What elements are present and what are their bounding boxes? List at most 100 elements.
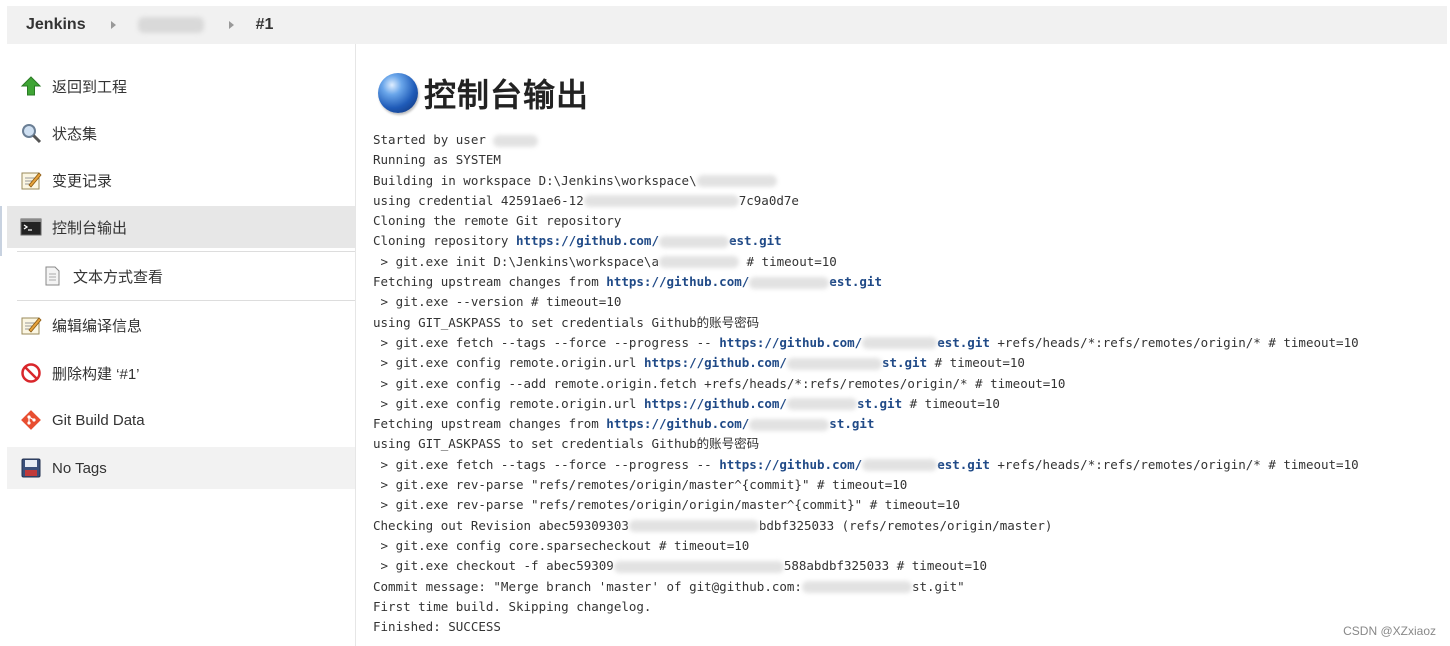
redacted-text (583, 195, 739, 208)
redacted-text (786, 357, 882, 370)
sidebar-border (355, 44, 356, 646)
sidebar-item-label: No Tags (52, 459, 107, 477)
page-title: 控制台输出 (424, 77, 590, 113)
console-text: > git.exe rev-parse "refs/remotes/origin… (373, 497, 960, 513)
console-line: using credential 42591ae6-12 7c9a0d7e (373, 191, 1443, 211)
console-text: st.git" (911, 578, 965, 594)
console-line: Started by user (373, 130, 1443, 150)
document-icon (41, 265, 63, 287)
console-link[interactable]: https://github.com/ (606, 416, 749, 431)
console-line: Fetching upstream changes from https://g… (373, 414, 1443, 434)
redacted-text (659, 235, 729, 248)
console-line: > git.exe fetch --tags --force --progres… (373, 455, 1443, 475)
console-text: Fetching upstream changes from (373, 274, 607, 290)
console-text: > git.exe checkout -f abec59309 (373, 558, 614, 574)
breadcrumb-build[interactable]: #1 (256, 16, 274, 34)
console-link[interactable]: https://github.com/ (644, 396, 787, 411)
console-line: Commit message: "Merge branch 'master' o… (373, 577, 1443, 597)
console-text: Cloning the remote Git repository (373, 213, 622, 229)
redacted-text (862, 337, 938, 350)
console-line: Cloning the remote Git repository (373, 211, 1443, 231)
sidebar-item-edit-build-info[interactable]: 编辑编译信息 (7, 304, 355, 346)
console-link[interactable]: est.git (937, 335, 990, 350)
console-line: > git.exe checkout -f abec59309 588abdbf3… (373, 556, 1443, 576)
page-heading: 控制台输出 (378, 70, 589, 116)
console-text: Commit message: "Merge branch 'master' o… (373, 578, 802, 594)
blue-ball-status-icon (378, 73, 418, 113)
console-text: > git.exe fetch --tags --force --progres… (373, 456, 720, 472)
up-arrow-icon (20, 75, 42, 97)
page-edge-marker (0, 206, 2, 256)
terminal-icon (20, 216, 42, 238)
console-text: > git.exe config --add remote.origin.fet… (373, 375, 1066, 391)
sidebar-item-delete-build[interactable]: 删除构建 ‘#1’ (7, 352, 355, 394)
console-line: > git.exe fetch --tags --force --progres… (373, 333, 1443, 353)
console-line: > git.exe --version # timeout=10 (373, 292, 1443, 312)
console-line: > git.exe config --add remote.origin.fet… (373, 374, 1443, 394)
console-line: Running as SYSTEM (373, 150, 1443, 170)
console-text: # timeout=10 (738, 253, 837, 269)
console-text: > git.exe config core.sparsecheckout # t… (373, 537, 750, 553)
console-line: > git.exe rev-parse "refs/remotes/origin… (373, 475, 1443, 495)
redacted-text (749, 276, 830, 289)
console-line: Fetching upstream changes from https://g… (373, 272, 1443, 292)
console-text: Building in workspace D:\Jenkins\workspa… (373, 172, 697, 188)
console-text: Running as SYSTEM (373, 152, 501, 168)
console-link[interactable]: https://github.com/ (719, 457, 862, 472)
console-line: > git.exe config remote.origin.url https… (373, 353, 1443, 373)
sidebar-item-console-output[interactable]: 控制台输出 (7, 206, 355, 248)
console-line: > git.exe config core.sparsecheckout # t… (373, 536, 1443, 556)
sidebar-item-back-to-project[interactable]: 返回到工程 (7, 65, 355, 107)
sidebar: 返回到工程 状态集 变更记录 控制台输出 文本方式查看 编辑编译信息 删除构建 … (7, 44, 355, 644)
console-line: Finished: SUCCESS (373, 617, 1443, 637)
console-link[interactable]: st.git (829, 416, 874, 431)
redacted-text (749, 418, 830, 431)
sidebar-item-changes[interactable]: 变更记录 (7, 159, 355, 201)
console-link[interactable]: est.git (729, 233, 782, 248)
console-text: > git.exe --version # timeout=10 (373, 294, 622, 310)
breadcrumb-job-redacted[interactable] (137, 17, 204, 33)
watermark: CSDN @XZxiaoz (1343, 624, 1436, 638)
sidebar-item-label: 控制台输出 (52, 219, 128, 237)
console-line: using GIT_ASKPASS to set credentials Git… (373, 434, 1443, 454)
console-link[interactable]: https://github.com/ (516, 233, 659, 248)
console-text: > git.exe rev-parse "refs/remotes/origin… (373, 477, 908, 493)
sidebar-item-label: 删除构建 ‘#1’ (52, 365, 140, 383)
divider (17, 300, 355, 301)
console-text: Checking out Revision abec59309303 (373, 517, 629, 533)
console-text: > git.exe config remote.origin.url (373, 355, 644, 371)
breadcrumb-jenkins[interactable]: Jenkins (26, 16, 86, 34)
console-text: +refs/heads/*:refs/remotes/origin/* # ti… (989, 334, 1359, 350)
console-line: Checking out Revision abec59309303 bdbf32… (373, 516, 1443, 536)
console-text: 588abdbf325033 # timeout=10 (783, 558, 988, 574)
redacted-text (786, 398, 857, 411)
console-line: Building in workspace D:\Jenkins\workspa… (373, 171, 1443, 191)
console-link[interactable]: https://github.com/ (606, 274, 749, 289)
git-icon (20, 409, 42, 431)
console-line: First time build. Skipping changelog. (373, 597, 1443, 617)
sidebar-item-git-build-data[interactable]: Git Build Data (7, 399, 355, 441)
console-text: > git.exe fetch --tags --force --progres… (373, 334, 720, 350)
sidebar-item-no-tags[interactable]: No Tags (7, 447, 355, 489)
chevron-right-icon (228, 21, 234, 29)
sidebar-item-label: 文本方式查看 (73, 268, 164, 286)
console-link[interactable]: st.git (882, 355, 927, 370)
console-link[interactable]: st.git (857, 396, 902, 411)
divider (17, 251, 355, 252)
console-text: bdbf325033 (refs/remotes/origin/master) (758, 517, 1053, 533)
sidebar-item-status[interactable]: 状态集 (7, 112, 355, 154)
sidebar-item-view-as-plain-text[interactable]: 文本方式查看 (7, 255, 355, 297)
console-link[interactable]: est.git (937, 457, 990, 472)
redacted-text (862, 459, 938, 472)
redacted-text (801, 581, 912, 594)
console-text: > git.exe init D:\Jenkins\workspace\a (373, 253, 659, 269)
console-text: Fetching upstream changes from (373, 416, 607, 432)
chevron-right-icon (110, 21, 116, 29)
console-link[interactable]: est.git (829, 274, 882, 289)
console-link[interactable]: https://github.com/ (644, 355, 787, 370)
console-link[interactable]: https://github.com/ (719, 335, 862, 350)
notepad-icon (20, 314, 42, 336)
console-text: 7c9a0d7e (738, 192, 799, 208)
console-text: Finished: SUCCESS (373, 619, 501, 635)
console-text: Started by user (373, 132, 494, 147)
